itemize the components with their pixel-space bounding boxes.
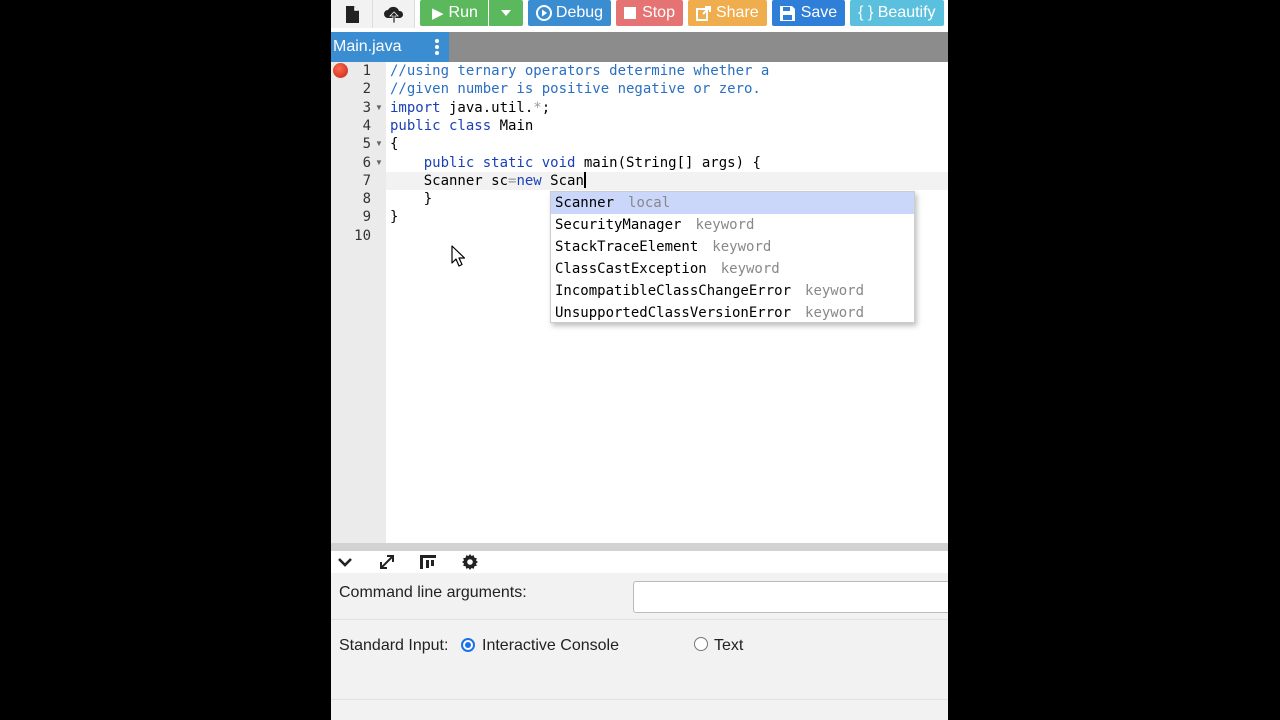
file-icon bbox=[345, 5, 359, 23]
text-radio[interactable] bbox=[694, 637, 708, 651]
run-button-group: ▶ Run bbox=[420, 0, 523, 28]
expand-icon[interactable] bbox=[378, 553, 396, 571]
command-line-args-input[interactable] bbox=[633, 581, 948, 613]
code-line-1: //using ternary operators determine whet… bbox=[390, 63, 770, 79]
autocomplete-popup: Scanner local SecurityManager keyword Stac… bbox=[550, 191, 915, 323]
tab-label: Main.java bbox=[333, 38, 402, 55]
save-label: Save bbox=[800, 4, 838, 21]
kebab-menu-icon[interactable] bbox=[435, 39, 439, 55]
share-button[interactable]: Share bbox=[687, 0, 767, 26]
run-dropdown-button[interactable] bbox=[488, 0, 523, 26]
line-number: 1 bbox=[362, 63, 371, 79]
autocomplete-item[interactable]: ClassCastException keyword bbox=[551, 258, 914, 280]
debug-label: Debug bbox=[555, 4, 604, 21]
code-line-7: Scanner sc=new Scan bbox=[423, 172, 586, 189]
line-number: 4 bbox=[362, 118, 371, 134]
code-editor[interactable]: 1 2 3 4 5 6 7 8 9 10 ▼ ▼ ▼ //using terna… bbox=[331, 62, 948, 543]
file-tab-bar: Main.java bbox=[331, 32, 948, 62]
divider bbox=[331, 699, 948, 700]
code-line-4: public class Main bbox=[390, 118, 534, 134]
io-panel: Command line arguments: Standard Input: … bbox=[331, 573, 948, 720]
code-line-6: public static void main(String[] args) { bbox=[423, 155, 761, 171]
fold-arrow-icon[interactable]: ▼ bbox=[375, 154, 383, 172]
line-number: 8 bbox=[362, 191, 371, 207]
caret-down-icon bbox=[500, 10, 511, 16]
beautify-button[interactable]: { } Beautify bbox=[850, 0, 944, 26]
share-icon bbox=[695, 5, 711, 21]
stop-icon bbox=[624, 7, 637, 19]
layout-icon[interactable] bbox=[419, 553, 437, 571]
debug-button[interactable]: Debug bbox=[527, 0, 612, 26]
cloud-upload-icon bbox=[383, 6, 403, 23]
standard-input-label: Standard Input: bbox=[339, 637, 449, 654]
collapse-chevron-icon[interactable] bbox=[336, 553, 354, 571]
share-label: Share bbox=[715, 4, 759, 21]
code-line-3: import java.util.*; bbox=[390, 100, 551, 116]
autocomplete-item[interactable]: SecurityManager keyword bbox=[551, 214, 914, 236]
line-number: 3 bbox=[362, 100, 371, 116]
stop-button[interactable]: Stop bbox=[616, 0, 683, 26]
interactive-console-radio[interactable] bbox=[461, 638, 475, 652]
line-number: 7 bbox=[362, 173, 371, 189]
line-number: 6 bbox=[362, 155, 371, 171]
run-button[interactable]: ▶ Run bbox=[420, 0, 488, 26]
autocomplete-item[interactable]: StackTraceElement keyword bbox=[551, 236, 914, 258]
panel-splitter[interactable] bbox=[331, 543, 948, 551]
play-icon: ▶ bbox=[432, 5, 444, 22]
debug-icon bbox=[535, 5, 552, 21]
code-line-2: //given number is positive negative or z… bbox=[390, 81, 761, 97]
text-option-label[interactable]: Text bbox=[714, 637, 743, 655]
fold-arrow-icon[interactable]: ▼ bbox=[375, 135, 383, 153]
mouse-pointer-icon bbox=[451, 245, 465, 267]
autocomplete-item[interactable]: UnsupportedClassVersionError keyword bbox=[551, 302, 914, 324]
tab-main-java[interactable]: Main.java bbox=[331, 32, 449, 62]
command-line-args-label: Command line arguments: bbox=[339, 584, 527, 601]
io-panel-toolbar bbox=[331, 551, 948, 573]
line-number: 9 bbox=[362, 209, 371, 225]
ide-window: ▶ Run Debug Stop Share Save { } Beautify bbox=[331, 0, 948, 720]
run-label: Run bbox=[448, 4, 478, 21]
floppy-disk-icon bbox=[779, 5, 795, 21]
upload-button[interactable] bbox=[373, 0, 415, 28]
line-number: 5 bbox=[362, 136, 371, 152]
toolbar: ▶ Run Debug Stop Share Save { } Beautify bbox=[331, 0, 948, 28]
line-number: 2 bbox=[362, 81, 371, 97]
code-line-5: { bbox=[390, 136, 399, 152]
autocomplete-item[interactable]: IncompatibleClassChangeError keyword bbox=[551, 280, 914, 302]
save-button[interactable]: Save bbox=[771, 0, 846, 26]
divider bbox=[331, 619, 948, 620]
line-number: 10 bbox=[354, 228, 371, 244]
stop-label: Stop bbox=[642, 4, 675, 21]
fold-arrow-icon[interactable]: ▼ bbox=[375, 99, 383, 117]
line-gutter[interactable]: 1 2 3 4 5 6 7 8 9 10 ▼ ▼ ▼ bbox=[331, 62, 386, 543]
beautify-label: { } Beautify bbox=[858, 4, 936, 21]
code-line-8: } bbox=[390, 191, 433, 207]
interactive-console-label[interactable]: Interactive Console bbox=[482, 637, 619, 655]
autocomplete-item[interactable]: Scanner local bbox=[551, 192, 914, 214]
new-file-button[interactable] bbox=[331, 0, 373, 28]
text-cursor bbox=[583, 172, 586, 188]
gear-icon[interactable] bbox=[461, 553, 479, 571]
code-line-9: } bbox=[390, 209, 399, 225]
